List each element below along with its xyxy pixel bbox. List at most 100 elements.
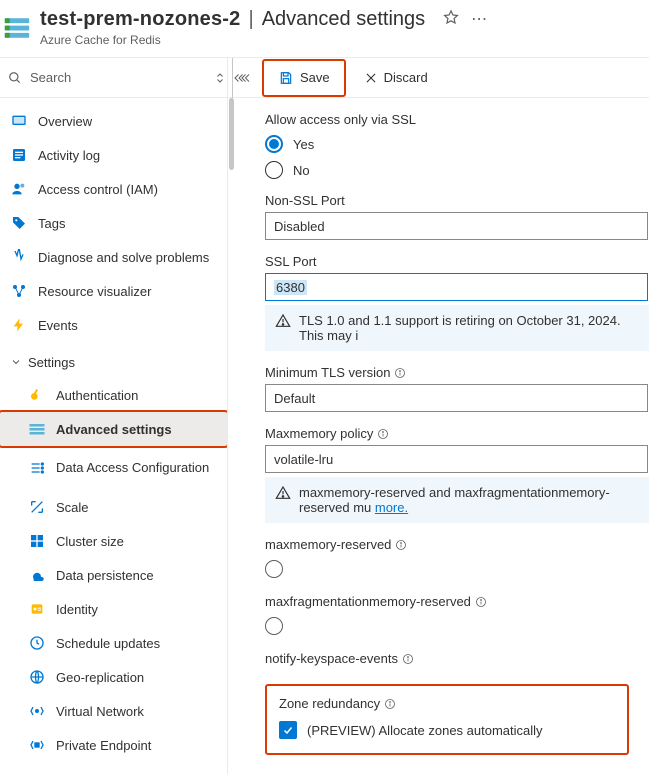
slider-maxfrag-reserved[interactable] <box>265 617 649 637</box>
content-scrollbar[interactable] <box>228 98 235 774</box>
sidebar-label: Geo-replication <box>56 670 144 685</box>
diagnose-icon <box>10 248 28 266</box>
sidebar-label: Advanced settings <box>56 422 172 437</box>
sidebar-label: Activity log <box>38 148 100 163</box>
sidebar-collapse-all-icon[interactable] <box>233 58 245 98</box>
sidebar-item-tags[interactable]: Tags <box>0 206 227 240</box>
info-icon[interactable] <box>395 539 407 551</box>
page-title-section: Advanced settings <box>262 8 425 31</box>
sidebar-label: Virtual Network <box>56 704 144 719</box>
warning-icon <box>275 313 291 329</box>
radio-label: No <box>293 163 310 178</box>
sidebar-item-firewall[interactable]: Firewall <box>0 762 227 774</box>
info-icon[interactable] <box>384 698 396 710</box>
sidebar-label: Data Access Configuration <box>56 460 209 476</box>
sidebar-label: Data persistence <box>56 568 154 583</box>
chevron-down-icon <box>10 356 22 368</box>
geo-icon <box>28 668 46 686</box>
save-button[interactable]: Save <box>266 63 342 93</box>
redis-resource-icon <box>4 15 30 41</box>
sidebar-group-label: Settings <box>28 355 75 370</box>
sidebar-item-diagnose[interactable]: Diagnose and solve problems <box>0 240 227 274</box>
sidebar-label: Events <box>38 318 78 333</box>
banner-tls-retirement: TLS 1.0 and 1.1 support is retiring on O… <box>265 305 649 351</box>
banner-maxmemory: maxmemory-reserved and maxfragmentationm… <box>265 477 649 523</box>
warning-icon <box>275 485 291 501</box>
label-non-ssl-port: Non-SSL Port <box>265 193 649 208</box>
sidebar-search-input[interactable] <box>28 69 208 86</box>
tag-icon <box>10 214 28 232</box>
label-notify-keyspace: notify-keyspace-events <box>265 651 398 666</box>
label-maxmemory-policy: Maxmemory policy <box>265 426 373 441</box>
sidebar-item-activity-log[interactable]: Activity log <box>0 138 227 172</box>
search-icon <box>8 71 22 85</box>
sidebar-label: Identity <box>56 602 98 617</box>
sidebar-item-access-control[interactable]: Access control (IAM) <box>0 172 227 206</box>
sidebar-item-private-endpoint[interactable]: Private Endpoint <box>0 728 227 762</box>
check-icon <box>282 724 294 736</box>
link-more[interactable]: more. <box>375 500 408 515</box>
radio-ssl-no[interactable]: No <box>265 161 649 179</box>
identity-icon <box>28 600 46 618</box>
sidebar-item-resource-visualizer[interactable]: Resource visualizer <box>0 274 227 308</box>
sidebar-item-data-persistence[interactable]: Data persistence <box>0 558 227 592</box>
scale-icon <box>28 498 46 516</box>
sidebar-item-virtual-network[interactable]: Virtual Network <box>0 694 227 728</box>
discard-label: Discard <box>384 70 428 85</box>
favorite-star-icon[interactable] <box>443 9 459 28</box>
sidebar-item-identity[interactable]: Identity <box>0 592 227 626</box>
input-min-tls[interactable]: Default <box>265 384 648 412</box>
sidebar-group-settings[interactable]: Settings <box>0 346 227 378</box>
sidebar-item-authentication[interactable]: Authentication <box>0 378 227 412</box>
sidebar-item-events[interactable]: Events <box>0 308 227 342</box>
sidebar-label: Tags <box>38 216 65 231</box>
slider-maxmemory-reserved[interactable] <box>265 560 649 580</box>
sidebar: Overview Activity log Access control (IA… <box>0 58 228 774</box>
label-maxfrag-reserved: maxfragmentationmemory-reserved <box>265 594 471 609</box>
schedule-icon <box>28 634 46 652</box>
radio-ssl-yes[interactable]: Yes <box>265 135 649 153</box>
sidebar-item-geo-replication[interactable]: Geo-replication <box>0 660 227 694</box>
info-icon[interactable] <box>394 367 406 379</box>
input-maxmemory-policy[interactable]: volatile-lru <box>265 445 648 473</box>
checkbox-box <box>279 721 297 739</box>
sidebar-label: Schedule updates <box>56 636 160 651</box>
key-icon <box>28 386 46 404</box>
zone-redundancy-section: Zone redundancy (PREVIEW) Allocate zones… <box>265 684 629 755</box>
redis-icon <box>28 420 46 438</box>
info-icon[interactable] <box>402 653 414 665</box>
close-icon <box>364 71 378 85</box>
sidebar-label: Diagnose and solve problems <box>38 250 209 265</box>
firewall-icon <box>28 770 46 774</box>
visualizer-icon <box>10 282 28 300</box>
sidebar-label: Scale <box>56 500 89 515</box>
sidebar-label: Cluster size <box>56 534 124 549</box>
sidebar-label: Resource visualizer <box>38 284 151 299</box>
label-ssl-only: Allow access only via SSL <box>265 112 649 127</box>
input-non-ssl-port[interactable]: Disabled <box>265 212 648 240</box>
input-ssl-port[interactable]: 6380 <box>265 273 648 301</box>
discard-button[interactable]: Discard <box>352 63 440 93</box>
info-icon[interactable] <box>475 596 487 608</box>
expand-updown-icon[interactable] <box>214 72 226 84</box>
save-icon <box>278 70 294 86</box>
page-subtitle: Azure Cache for Redis <box>40 33 637 47</box>
info-icon[interactable] <box>377 428 389 440</box>
sidebar-item-overview[interactable]: Overview <box>0 104 227 138</box>
activity-log-icon <box>10 146 28 164</box>
vnet-icon <box>28 702 46 720</box>
sidebar-item-scale[interactable]: Scale <box>0 490 227 524</box>
sidebar-item-data-access-config[interactable]: Data Access Configuration <box>0 446 227 490</box>
persistence-icon <box>28 566 46 584</box>
sidebar-item-cluster-size[interactable]: Cluster size <box>0 524 227 558</box>
private-endpoint-icon <box>28 736 46 754</box>
label-ssl-port: SSL Port <box>265 254 649 269</box>
page-title-resource: test-prem-nozones-2 <box>40 8 241 31</box>
checkbox-allocate-zones[interactable]: (PREVIEW) Allocate zones automatically <box>279 721 615 739</box>
label-min-tls: Minimum TLS version <box>265 365 390 380</box>
sidebar-search[interactable] <box>0 58 233 98</box>
sidebar-item-schedule-updates[interactable]: Schedule updates <box>0 626 227 660</box>
more-icon[interactable]: ⋯ <box>471 9 489 29</box>
events-icon <box>10 316 28 334</box>
sidebar-item-advanced-settings[interactable]: Advanced settings <box>0 412 227 446</box>
